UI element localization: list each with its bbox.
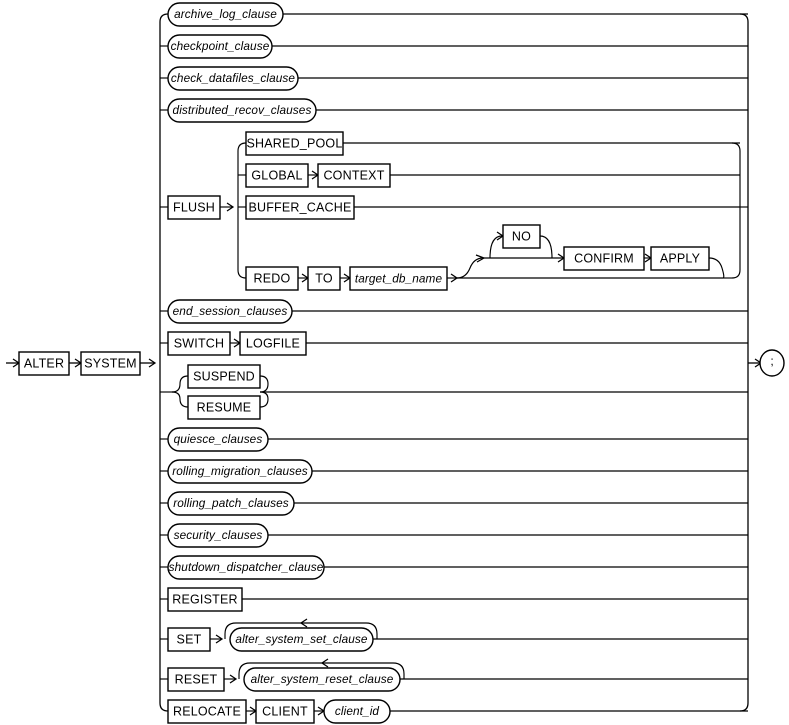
node-archive-log-clause-label: archive_log_clause (174, 7, 277, 21)
branch-row-reset: RESET alter_system_reset_clause (160, 658, 748, 692)
flush-option-redo: REDO TO target_db_name NO CONFIRM APPLY (245, 224, 725, 291)
node-switch-label: SWITCH (174, 336, 225, 350)
node-shared-pool-label: SHARED_POOL (247, 136, 343, 150)
node-apply-label: APPLY (660, 251, 701, 265)
right-collector-top-curve (739, 13, 749, 23)
flush-subfan-rail-group (237, 142, 247, 279)
branch-row-quiesce-clauses: quiesce_clauses (160, 427, 748, 452)
right-collector-bottom-curve (739, 702, 749, 712)
rail-resume-right-curve (259, 391, 269, 408)
node-buffer-cache-label: BUFFER_CACHE (248, 200, 351, 214)
node-suspend-label: SUSPEND (193, 369, 255, 383)
alter-system-syntax-diagram: ALTER SYSTEM archive_log_clause checkpoi… (0, 0, 789, 725)
terminator-group: ; (748, 349, 785, 377)
flush-collector-bottom-curve (731, 269, 741, 279)
node-checkpoint-clause-label: checkpoint_clause (171, 39, 270, 53)
flush-subfan-top-curve (237, 142, 247, 152)
node-client-id-label: client_id (335, 704, 380, 718)
node-check-datafiles-clause-label: check_datafiles_clause (171, 71, 296, 85)
node-flush-label: FLUSH (173, 200, 215, 214)
node-resume-label: RESUME (197, 400, 252, 414)
node-shutdown-dispatcher-clause-label: shutdown_dispatcher_clause (169, 560, 324, 574)
node-confirm-label: CONFIRM (574, 251, 634, 265)
node-semicolon-label: ; (770, 354, 773, 368)
node-to-label: TO (315, 271, 333, 285)
flush-subfan-bottom-curve (237, 269, 247, 279)
branch-row-switch-logfile: SWITCH LOGFILE (160, 331, 748, 356)
node-client-label: CLIENT (262, 704, 308, 718)
node-context-label: CONTEXT (323, 168, 384, 182)
node-reset-label: RESET (175, 672, 218, 686)
node-no-label: NO (512, 229, 531, 243)
node-alter-label: ALTER (24, 356, 64, 370)
node-rolling-patch-clauses-label: rolling_patch_clauses (173, 496, 289, 510)
node-relocate-label: RELOCATE (173, 704, 241, 718)
left-fanout-bottom-curve (159, 702, 169, 712)
branch-group-suspend-resume: SUSPEND RESUME (160, 364, 748, 420)
branch-row-rolling-patch-clauses: rolling_patch_clauses (160, 491, 748, 516)
node-rolling-migration-clauses-label: rolling_migration_clauses (172, 464, 308, 478)
branch-row-archive-log-clause: archive_log_clause (167, 2, 748, 27)
node-logfile-label: LOGFILE (246, 336, 300, 350)
flush-collector-group (723, 142, 748, 279)
node-redo-label: REDO (254, 271, 291, 285)
branch-row-end-session-clauses: end_session_clauses (160, 299, 748, 324)
branch-row-checkpoint-clause: checkpoint_clause (160, 34, 748, 59)
node-alter-system-reset-clause-label: alter_system_reset_clause (251, 672, 394, 686)
node-system-label: SYSTEM (84, 356, 137, 370)
flush-option-global-context: GLOBAL CONTEXT (238, 163, 740, 188)
rail-apply-down-rejoin (708, 257, 725, 279)
flush-collector-top-curve (731, 142, 741, 152)
node-target-db-name-label: target_db_name (355, 271, 443, 285)
rail-no-down-curve (539, 235, 553, 259)
branch-row-distributed-recov-clauses: distributed_recov_clauses (160, 98, 748, 123)
flush-option-buffer-cache: BUFFER_CACHE (238, 195, 740, 220)
branch-row-relocate: RELOCATE CLIENT client_id (167, 699, 748, 724)
left-fanout-top-curve (159, 13, 169, 23)
branch-row-shutdown-dispatcher-clause: shutdown_dispatcher_clause (160, 555, 748, 580)
node-alter-system-set-clause-label: alter_system_set_clause (235, 632, 367, 646)
branch-row-check-datafiles-clause: check_datafiles_clause (160, 66, 748, 91)
node-set-label: SET (177, 632, 202, 646)
branch-row-set: SET alter_system_set_clause (160, 618, 748, 652)
right-collector-rail-group (739, 13, 749, 712)
rail-no-up-curve (489, 235, 503, 259)
branch-row-register: REGISTER (160, 587, 748, 612)
rail-resume-left-curve (171, 391, 189, 408)
left-fanout-rail-group (159, 13, 169, 712)
rail-suspend-left-curve (171, 375, 189, 393)
node-security-clauses-label: security_clauses (174, 528, 263, 542)
node-quiesce-clauses-label: quiesce_clauses (174, 432, 263, 446)
node-register-label: REGISTER (172, 592, 238, 606)
entry-group: ALTER SYSTEM (6, 351, 157, 376)
railroad-canvas: ALTER SYSTEM archive_log_clause checkpoi… (6, 2, 785, 724)
rail-suspend-right-curve (259, 375, 269, 393)
node-global-label: GLOBAL (251, 168, 302, 182)
branch-row-flush: FLUSH (160, 195, 235, 220)
node-end-session-clauses-label: end_session_clauses (173, 304, 288, 318)
branch-row-rolling-migration-clauses: rolling_migration_clauses (160, 459, 748, 484)
node-distributed-recov-clauses-label: distributed_recov_clauses (173, 103, 312, 117)
branch-row-security-clauses: security_clauses (160, 523, 748, 548)
flush-option-shared-pool: SHARED_POOL (245, 131, 740, 156)
